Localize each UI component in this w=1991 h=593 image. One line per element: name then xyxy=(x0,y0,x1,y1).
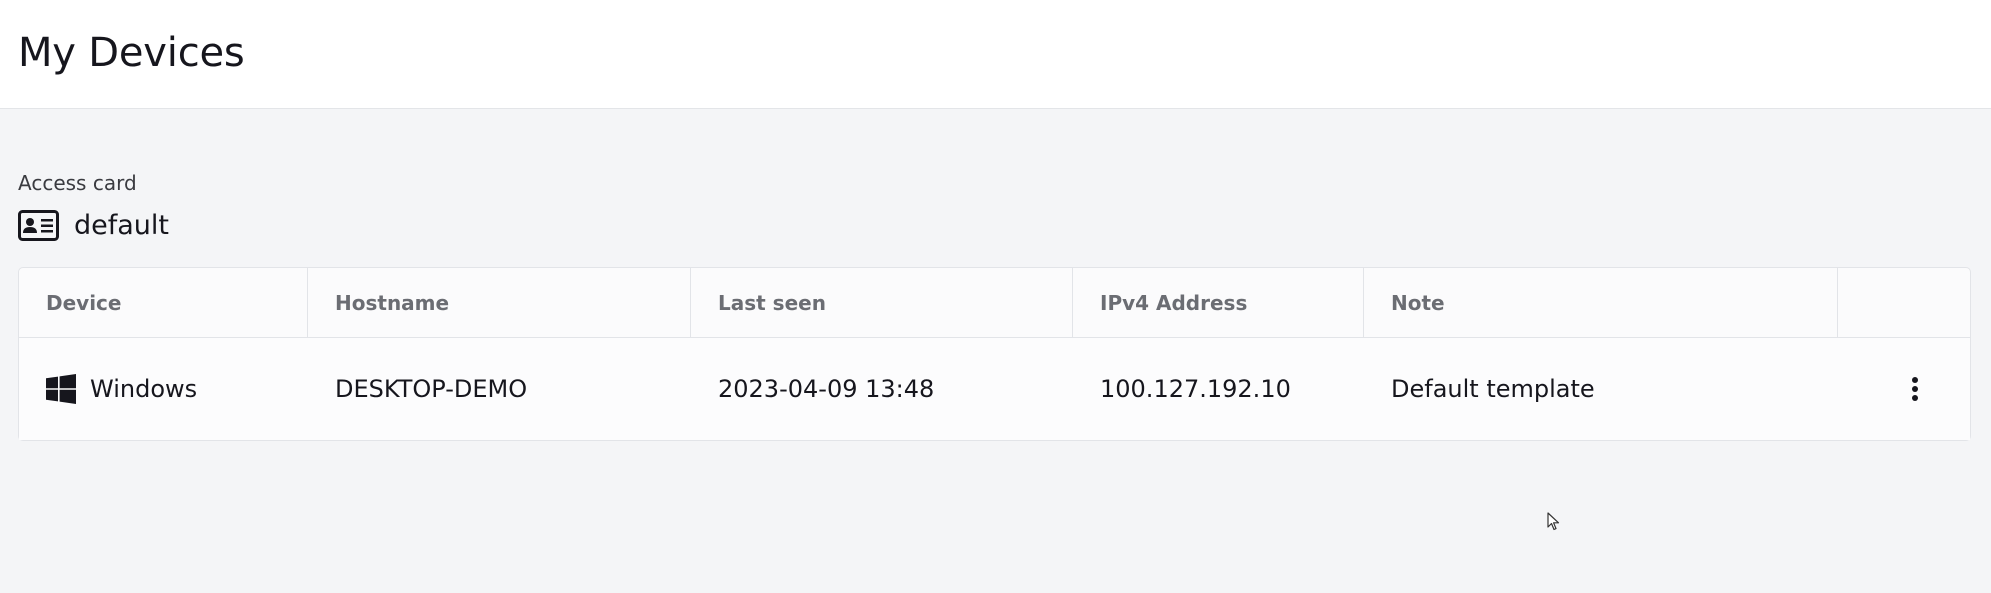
main-content: Access card default Device Hostname Last… xyxy=(0,171,1991,441)
last-seen-cell: 2023-04-09 13:48 xyxy=(718,375,935,403)
ipv4-cell: 100.127.192.10 xyxy=(1100,375,1291,403)
page-header: My Devices xyxy=(0,0,1991,109)
device-name: Windows xyxy=(90,375,198,403)
devices-table: Device Hostname Last seen IPv4 Address N… xyxy=(18,267,1971,441)
access-card-name: default xyxy=(74,209,170,241)
windows-icon xyxy=(46,374,76,404)
column-header-ipv4[interactable]: IPv4 Address xyxy=(1073,268,1364,337)
access-card: default xyxy=(18,207,1971,243)
column-header-hostname[interactable]: Hostname xyxy=(308,268,691,337)
id-card-icon xyxy=(18,209,59,241)
column-header-actions xyxy=(1838,268,1970,337)
hostname-cell: DESKTOP-DEMO xyxy=(335,375,528,403)
actions-cell xyxy=(1838,338,1970,440)
table-header: Device Hostname Last seen IPv4 Address N… xyxy=(19,268,1970,338)
more-vertical-icon[interactable] xyxy=(1895,369,1935,409)
column-header-device[interactable]: Device xyxy=(19,268,308,337)
mouse-cursor-icon xyxy=(1547,512,1561,536)
table-row[interactable]: Windows DESKTOP-DEMO 2023-04-09 13:48 10… xyxy=(19,338,1970,440)
note-cell: Default template xyxy=(1391,375,1595,403)
device-cell: Windows xyxy=(19,338,308,440)
page-title: My Devices xyxy=(18,30,245,76)
column-header-note[interactable]: Note xyxy=(1364,268,1838,337)
column-header-last-seen[interactable]: Last seen xyxy=(691,268,1073,337)
access-card-label: Access card xyxy=(18,171,137,195)
